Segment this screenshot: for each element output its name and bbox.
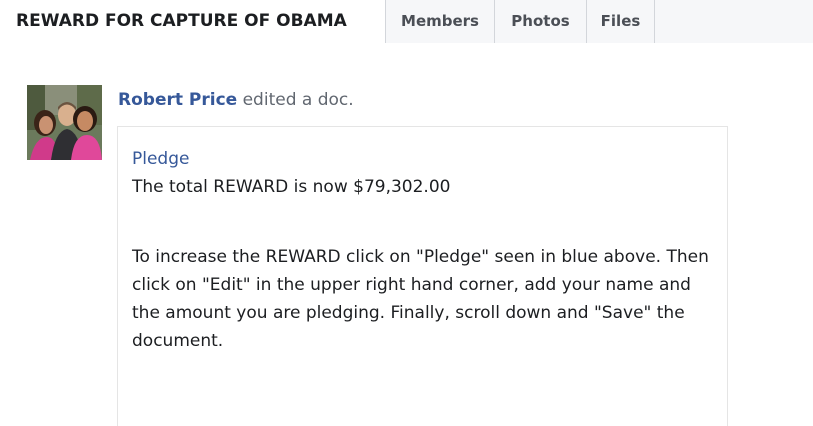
tab-files[interactable]: Files: [587, 0, 655, 43]
tab-members[interactable]: Members: [386, 0, 495, 43]
doc-title-link[interactable]: Pledge: [132, 145, 189, 173]
author-name[interactable]: Robert Price: [118, 90, 237, 110]
doc-total-line: The total REWARD is now $79,302.00: [132, 177, 451, 197]
avatar-photo: [27, 85, 102, 160]
group-tabs: Members Photos Files: [385, 0, 813, 43]
doc-card: Pledge The total REWARD is now $79,302.0…: [117, 126, 728, 426]
avatar[interactable]: [27, 85, 102, 160]
group-tab-bar: REWARD FOR CAPTURE OF OBAMA Members Phot…: [0, 0, 813, 43]
group-title[interactable]: REWARD FOR CAPTURE OF OBAMA: [0, 0, 386, 43]
tab-photos[interactable]: Photos: [495, 0, 587, 43]
post-header: Robert Price edited a doc.: [118, 88, 354, 112]
doc-instructions: To increase the REWARD click on "Pledge"…: [132, 247, 709, 351]
post-action: edited a doc.: [242, 90, 354, 110]
